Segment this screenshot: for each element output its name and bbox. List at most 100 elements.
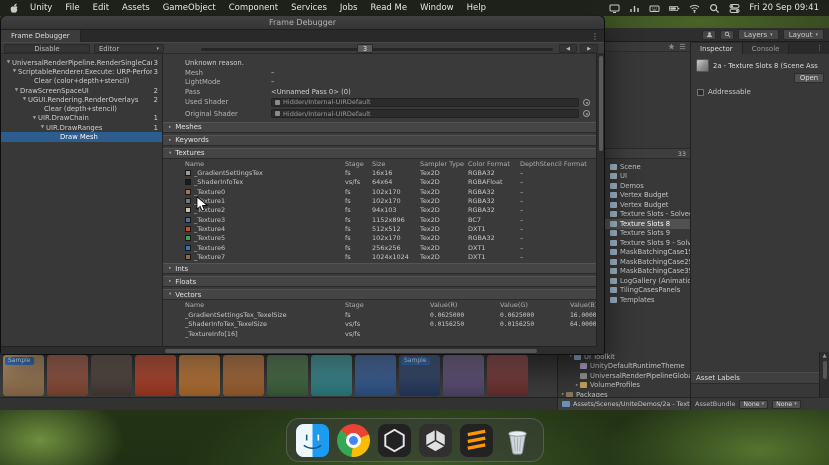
layers-dropdown[interactable]: Layers ▾ [738, 29, 779, 40]
addressable-checkbox[interactable] [697, 88, 704, 96]
menubar-item[interactable]: Component [229, 3, 278, 13]
event-tree-item[interactable]: ▼ UIR.DrawChain 1 [1, 114, 162, 123]
asset-thumbnail[interactable] [91, 355, 132, 396]
section-keywords[interactable]: ▸ Keywords [163, 134, 596, 146]
trash-icon[interactable] [501, 424, 534, 457]
asset-thumbnail[interactable]: Sample [3, 355, 44, 396]
texture-row[interactable]: _Texture1 fs 102x170 Tex2D RGBA32 – [163, 196, 596, 205]
expander-arrow-icon[interactable]: ▼ [5, 60, 12, 65]
event-tree-item[interactable]: ▼ UniversalRenderPipeline.RenderSingleCa… [1, 58, 162, 67]
asset-grid-scrollbar[interactable]: ▲ [819, 352, 829, 397]
event-tree-item[interactable]: Clear (color+depth+stencil) [1, 77, 162, 86]
asset-thumbnail[interactable] [443, 355, 484, 396]
expander-arrow-icon[interactable]: ▼ [31, 116, 38, 121]
control-center-icon[interactable] [729, 3, 740, 14]
search-icon[interactable] [709, 3, 720, 14]
menubar-item[interactable]: Help [467, 3, 486, 13]
unity-editor-icon[interactable] [418, 423, 452, 457]
scrollbar-thumb[interactable] [598, 56, 603, 151]
object-picker-icon[interactable] [583, 110, 590, 118]
expander-arrow-icon[interactable]: ▼ [11, 69, 18, 74]
event-tree-item[interactable]: Clear (depth+stencil) [1, 104, 162, 113]
shader-object-field[interactable]: Hidden/Internal-UIRDefault [271, 97, 579, 107]
panel-tab[interactable]: Inspector [691, 43, 743, 54]
expander-arrow-icon[interactable]: ▼ [21, 97, 28, 102]
vector-row[interactable]: _ShaderInfoTex_TexelSize vs/fs 0.0156250… [163, 320, 596, 329]
assetbundle-variant-dropdown[interactable]: None ▾ [772, 399, 801, 409]
keyboard-icon[interactable] [649, 3, 660, 14]
wifi-icon[interactable] [689, 3, 700, 14]
section-vectors[interactable]: ▾ Vectors [163, 289, 596, 301]
project-tree-item[interactable]: UnityDefaultRuntimeTheme [558, 362, 690, 372]
menubar-item[interactable]: Window [420, 3, 454, 13]
texture-row[interactable]: _Texture0 fs 102x170 Tex2D RGBA32 – [163, 187, 596, 196]
asset-thumbnail[interactable] [267, 355, 308, 396]
display-icon[interactable] [609, 3, 620, 14]
asset-thumbnail[interactable] [47, 355, 88, 396]
event-slider-thumb[interactable]: 3 [357, 44, 373, 53]
asset-thumbnail[interactable] [223, 355, 264, 396]
scrollbar-thumb[interactable] [165, 348, 537, 353]
prev-event-button[interactable]: ◀ [559, 44, 577, 53]
section-ints[interactable]: ▸ Ints [163, 263, 596, 275]
asset-thumbnail[interactable] [179, 355, 220, 396]
asset-thumbnail[interactable] [311, 355, 352, 396]
event-tree-item[interactable]: ▼ DrawScreenSpaceUI 2 [1, 86, 162, 95]
event-tree-item[interactable]: ▼ UIR.DrawRanges 1 [1, 123, 162, 132]
object-picker-icon[interactable] [583, 98, 590, 106]
expander-arrow-icon[interactable]: ▼ [39, 125, 46, 130]
menubar-item[interactable]: File [65, 3, 79, 13]
account-button[interactable] [702, 29, 716, 40]
event-tree-item[interactable]: ▼ UGUI.Rendering.RenderOverlays 2 [1, 95, 162, 104]
texture-row[interactable]: _Texture5 fs 102x170 Tex2D RGBA32 – [163, 234, 596, 243]
finder-icon[interactable] [295, 423, 329, 457]
expander-arrow-icon[interactable]: ▼ [13, 88, 20, 93]
asset-thumbnail[interactable] [487, 355, 528, 396]
open-button[interactable]: Open [794, 73, 824, 83]
menubar-clock[interactable]: Fri 20 Sep 09:41 [749, 3, 819, 13]
event-tree-item[interactable]: ▼ ScriptableRenderer.Execute: URP-Perfor… [1, 67, 162, 76]
project-tree-item[interactable]: ▸ Packages [558, 390, 690, 397]
unity-hub-icon[interactable] [377, 423, 411, 457]
window-titlebar[interactable]: Frame Debugger [1, 16, 604, 30]
menubar-item[interactable]: GameObject [163, 3, 216, 13]
details-horizontal-scrollbar[interactable] [1, 346, 596, 354]
asset-thumbnail[interactable]: Sample [399, 355, 440, 396]
target-dropdown[interactable]: Editor ▾ [94, 44, 164, 53]
sublime-text-icon[interactable] [459, 423, 493, 457]
stats-icon[interactable] [629, 3, 640, 14]
apple-menu-icon[interactable] [10, 3, 20, 14]
next-event-button[interactable]: ▶ [580, 44, 598, 53]
tab-frame-debugger[interactable]: Frame Debugger [1, 30, 81, 42]
menubar-item[interactable]: Read Me [370, 3, 407, 13]
vector-row[interactable]: _TextureInfo[16] vs/fs [163, 329, 596, 338]
texture-row[interactable]: _Texture2 fs 94x103 Tex2D RGBA32 – [163, 206, 596, 215]
disable-button[interactable]: Disable [4, 44, 90, 53]
details-vertical-scrollbar[interactable] [596, 54, 604, 346]
project-tree-item[interactable]: UniversalRenderPipelineGlobalSet [558, 371, 690, 381]
star-icon[interactable] [668, 43, 675, 50]
menubar-item[interactable]: Edit [93, 3, 109, 13]
search-button[interactable] [720, 29, 734, 40]
section-floats[interactable]: ▸ Floats [163, 276, 596, 288]
section-meshes[interactable]: ▸ Meshes [163, 121, 596, 133]
chrome-icon[interactable] [336, 423, 370, 457]
panel-tab[interactable]: Console [742, 43, 790, 54]
asset-thumbnail[interactable] [355, 355, 396, 396]
texture-row[interactable]: _Texture4 fs 512x512 Tex2D DXT1 – [163, 224, 596, 233]
scrollbar-thumb[interactable] [822, 361, 827, 379]
menubar-item[interactable]: Unity [30, 3, 52, 13]
vector-row[interactable]: _GradientSettingsTex_TexelSize fs 0.0625… [163, 310, 596, 319]
texture-row[interactable]: _GradientSettingsTex fs 16x16 Tex2D RGBA… [163, 169, 596, 178]
panel-menu-icon[interactable]: ⋮ [586, 30, 604, 42]
section-textures[interactable]: ▾ Textures [163, 147, 596, 159]
battery-icon[interactable] [669, 3, 680, 14]
asset-labels-header[interactable]: Asset Labels [691, 372, 829, 384]
event-slider-track[interactable] [201, 47, 553, 51]
panel-menu-icon[interactable]: ⋮ [816, 44, 827, 52]
layout-dropdown[interactable]: Layout ▾ [782, 29, 824, 40]
texture-row[interactable]: _Texture7 fs 1024x1024 Tex2D DXT1 – [163, 252, 596, 261]
texture-row[interactable]: _Texture6 fs 256x256 Tex2D DXT1 – [163, 243, 596, 252]
texture-row[interactable]: _ShaderInfoTex vs/fs 64x64 Tex2D RGBAFlo… [163, 178, 596, 187]
scroll-up-arrow-icon[interactable]: ▲ [823, 353, 827, 359]
